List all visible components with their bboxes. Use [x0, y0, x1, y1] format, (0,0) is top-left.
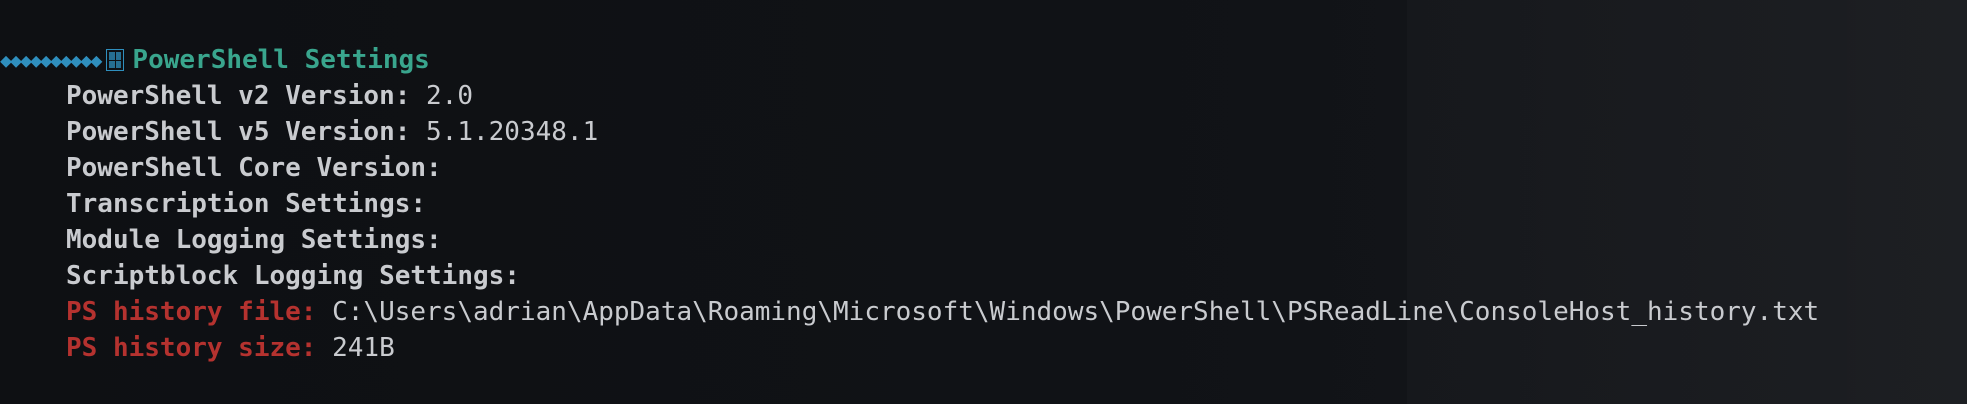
setting-value [426, 186, 442, 222]
powershell-v2-version-line: PowerShell v2 Version: 2.0 [66, 78, 473, 114]
transcription-settings-line: Transcription Settings: [66, 186, 442, 222]
section-title: PowerShell Settings [132, 45, 430, 75]
setting-value: 2.0 [426, 81, 473, 111]
setting-label: Module Logging Settings: [66, 225, 442, 255]
module-logging-settings-line: Module Logging Settings: [66, 222, 457, 258]
table-icon [106, 49, 125, 71]
setting-label: PowerShell Core Version: [66, 153, 442, 183]
setting-value: 5.1.20348.1 [426, 117, 599, 147]
ps-history-size-line: PS history size: 241B [66, 330, 395, 366]
history-size-value: 241B [332, 333, 395, 363]
terminal-window[interactable]: ◆◆◆◆◆◆◆◆◆◆ PowerShell Settings PowerShel… [0, 0, 1967, 404]
powershell-core-version-line: PowerShell Core Version: [66, 150, 457, 186]
diamond-bullets-icon: ◆◆◆◆◆◆◆◆◆◆ [0, 48, 102, 72]
setting-label: PowerShell v5 Version: [66, 117, 411, 147]
powershell-settings-header: ◆◆◆◆◆◆◆◆◆◆ PowerShell Settings [0, 42, 430, 78]
setting-label: PowerShell v2 Version: [66, 81, 411, 111]
setting-label: PS history size: [66, 333, 317, 363]
setting-value [442, 222, 458, 258]
setting-label: Scriptblock Logging Settings: [66, 261, 520, 291]
terminal-right-area [1407, 0, 1967, 404]
setting-label: PS history file: [66, 297, 317, 327]
setting-value [442, 150, 458, 186]
setting-label: Transcription Settings: [66, 189, 427, 219]
setting-value [520, 258, 536, 294]
powershell-v5-version-line: PowerShell v5 Version: 5.1.20348.1 [66, 114, 598, 150]
history-file-path: C:\Users\adrian\AppData\Roaming\Microsof… [332, 297, 1820, 327]
scriptblock-logging-settings-line: Scriptblock Logging Settings: [66, 258, 536, 294]
ps-history-file-line: PS history file: C:\Users\adrian\AppData… [66, 294, 1819, 330]
